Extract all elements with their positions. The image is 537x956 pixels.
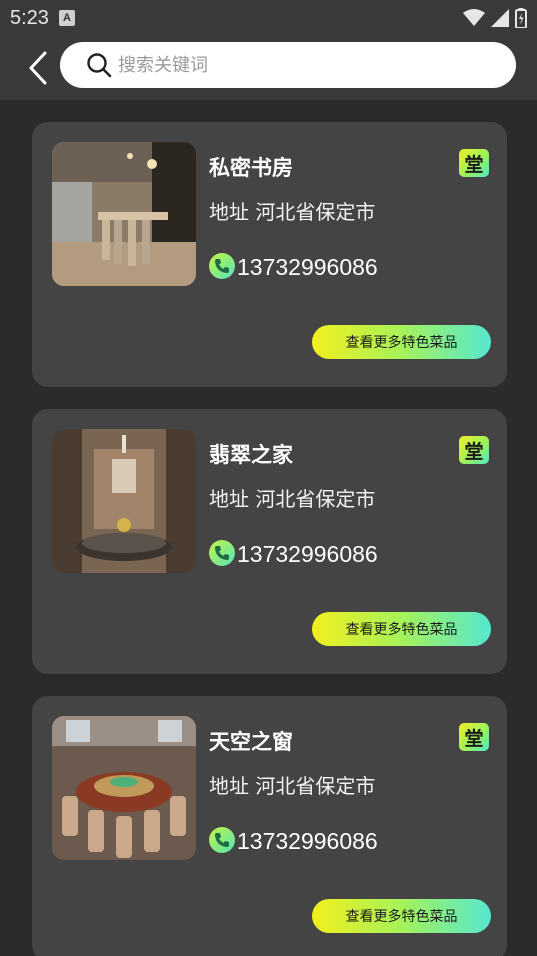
dine-in-badge: 堂 [459, 723, 489, 751]
back-button[interactable] [20, 48, 56, 88]
restaurant-address: 地址 河北省保定市 [209, 487, 376, 511]
notification-icon: A [58, 10, 75, 26]
battery-icon [515, 8, 527, 28]
top-bar [0, 36, 537, 100]
phone-row[interactable]: 13732996086 [209, 539, 378, 568]
dining-room-photo-icon [52, 429, 196, 573]
search-bar[interactable] [60, 42, 516, 88]
search-icon [86, 52, 112, 78]
signal-icon [491, 9, 509, 27]
view-more-dishes-button[interactable]: 查看更多特色菜品 [312, 325, 491, 359]
restaurant-address: 地址 河北省保定市 [209, 774, 376, 798]
restaurant-name: 私密书房 [209, 156, 293, 180]
restaurant-image[interactable] [52, 429, 196, 573]
status-bar: 5:23 A [0, 0, 537, 36]
restaurant-card[interactable]: 私密书房 堂 地址 河北省保定市 13732996086 查看更多特色菜品 [32, 122, 507, 387]
restaurant-name: 翡翠之家 [209, 443, 293, 467]
restaurant-name: 天空之窗 [209, 730, 293, 754]
restaurant-phone: 13732996086 [237, 254, 378, 280]
restaurant-image[interactable] [52, 142, 196, 286]
restaurant-address: 地址 河北省保定市 [209, 200, 376, 224]
restaurant-phone: 13732996086 [237, 541, 378, 567]
wifi-icon [463, 9, 485, 26]
phone-icon [209, 539, 235, 566]
search-input[interactable] [118, 54, 478, 76]
phone-row[interactable]: 13732996086 [209, 826, 378, 855]
chevron-left-icon [29, 51, 47, 85]
restaurant-card[interactable]: 天空之窗 堂 地址 河北省保定市 13732996086 查看更多特色菜品 [32, 696, 507, 956]
view-more-dishes-button[interactable]: 查看更多特色菜品 [312, 899, 491, 933]
phone-icon [209, 252, 235, 279]
dine-in-badge: 堂 [459, 149, 489, 177]
status-time: 5:23 [10, 6, 49, 29]
restaurant-card[interactable]: 翡翠之家 堂 地址 河北省保定市 13732996086 查看更多特色菜品 [32, 409, 507, 674]
restaurant-image[interactable] [52, 716, 196, 860]
dine-in-badge: 堂 [459, 436, 489, 464]
banquet-hall-photo-icon [52, 716, 196, 860]
dining-room-photo-icon [52, 142, 196, 286]
restaurant-phone: 13732996086 [237, 828, 378, 854]
phone-icon [209, 826, 235, 853]
status-icons [463, 8, 527, 28]
view-more-dishes-button[interactable]: 查看更多特色菜品 [312, 612, 491, 646]
phone-row[interactable]: 13732996086 [209, 252, 378, 281]
